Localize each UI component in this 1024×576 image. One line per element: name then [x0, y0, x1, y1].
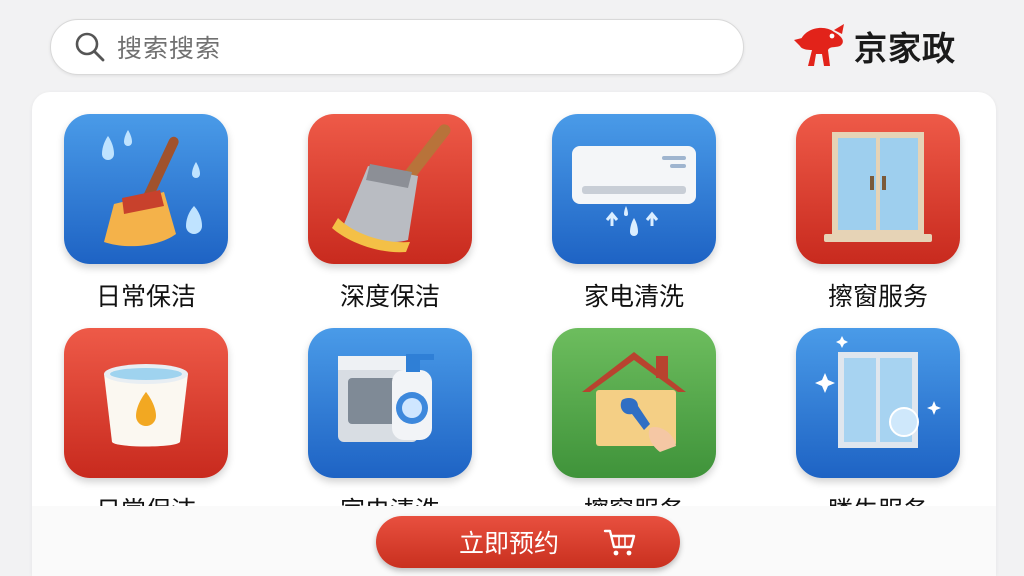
air-conditioner-icon: [552, 114, 716, 264]
window-frame-icon: [796, 114, 960, 264]
cart-icon: [603, 529, 636, 556]
service-tile[interactable]: 日常保洁: [32, 306, 232, 525]
sparkling-window-icon: [796, 328, 960, 478]
service-tile[interactable]: 擦窗服务: [764, 92, 964, 311]
brand[interactable]: 京家政: [790, 20, 956, 72]
house-wrench-icon: [552, 328, 716, 478]
service-tile[interactable]: 深度保洁: [276, 92, 476, 311]
search-placeholder: 搜索搜索: [117, 34, 222, 63]
appliance-spray-icon: [308, 328, 472, 478]
top-bar: 搜索搜索 京家政: [0, 0, 1024, 92]
service-tile[interactable]: 擦窗服务: [520, 306, 720, 525]
service-tile[interactable]: 日常保洁: [32, 92, 232, 311]
service-tile[interactable]: 家电清洗: [520, 92, 720, 311]
service-tile[interactable]: 家电清洗: [276, 306, 476, 525]
service-tile[interactable]: 䁖生服务: [764, 306, 964, 525]
service-panel: 日常保洁 深度保洁 家电清洗 擦窗服务: [32, 92, 996, 576]
book-now-label: 立即预约: [458, 529, 559, 558]
broom-water-drops-icon: [64, 114, 228, 264]
mascot-dog-logo: [794, 24, 844, 66]
duster-brush-icon: [308, 114, 472, 264]
bucket-drop-icon: [64, 328, 228, 478]
book-now-button[interactable]: 立即预约: [376, 516, 680, 568]
brand-name: 京家政: [854, 29, 956, 68]
search-input[interactable]: 搜索搜索: [50, 19, 744, 75]
search-icon: [75, 32, 105, 62]
